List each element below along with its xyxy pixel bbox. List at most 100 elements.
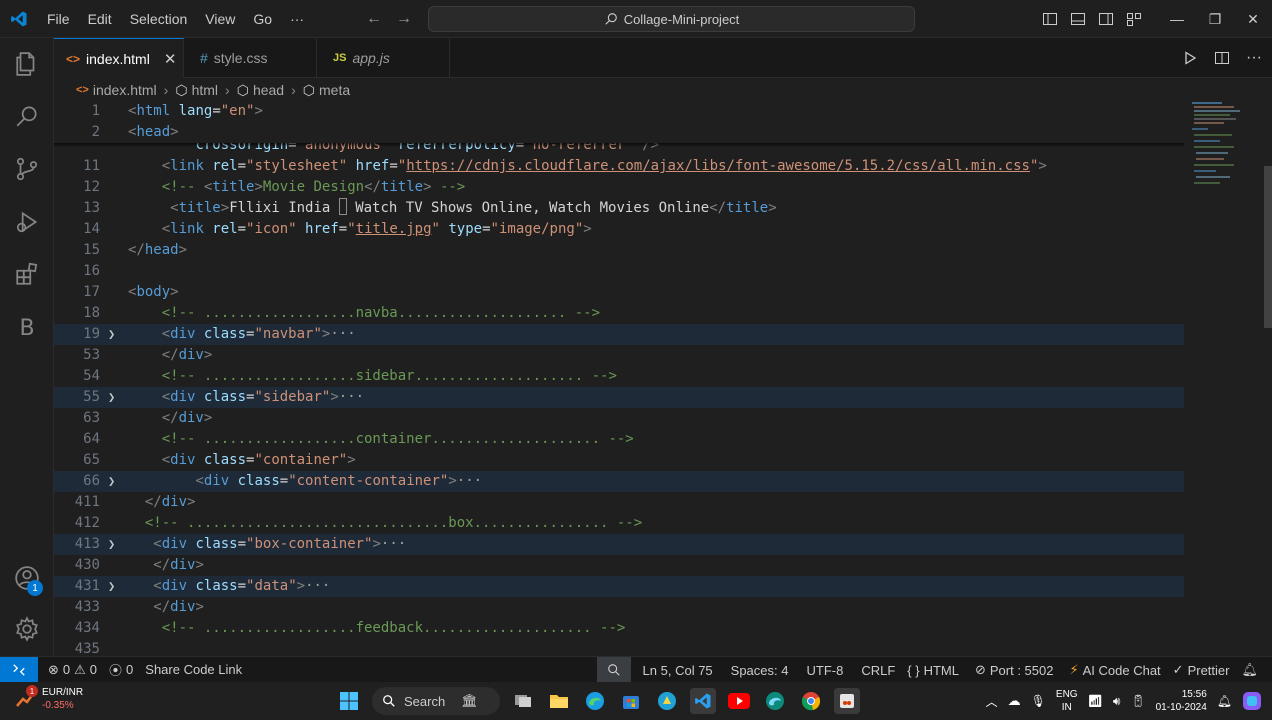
code-line[interactable]: 64 <!-- ..................container.....… [54, 429, 1184, 450]
windows-start-icon[interactable] [336, 688, 362, 714]
remote-indicator-icon[interactable] [0, 656, 38, 683]
fold-chevron-icon[interactable]: ❯ [108, 534, 115, 555]
command-center-search[interactable]: Collage-Mini-project [428, 6, 915, 32]
prettier-status[interactable]: ✓ Prettier [1167, 662, 1236, 678]
code-line[interactable]: 1 <html lang="en"> [54, 101, 1184, 122]
menu-edit[interactable]: Edit [79, 0, 121, 38]
tab-style-css[interactable]: # style.css [184, 38, 317, 78]
breadcrumb-html[interactable]: html [192, 82, 218, 98]
code-line[interactable]: 66 ❯ <div class="content-container">··· [54, 471, 1184, 492]
toggle-panel-icon[interactable] [1070, 11, 1086, 27]
code-line[interactable]: 15 </head> [54, 240, 1184, 261]
language-mode[interactable]: { } HTML [901, 663, 965, 678]
code-line[interactable]: 16 [54, 261, 1184, 282]
close-icon[interactable]: ✕ [164, 50, 177, 68]
code-line[interactable]: 433 </div> [54, 597, 1184, 618]
snipping-tool-icon[interactable] [834, 688, 860, 714]
encoding[interactable]: UTF-8 [800, 663, 849, 678]
restore-icon[interactable]: ❐ [1196, 0, 1234, 38]
run-and-debug-icon[interactable] [0, 198, 54, 246]
menu-go[interactable]: Go [244, 0, 281, 38]
code-line[interactable]: 435 [54, 639, 1184, 656]
edge-dev-icon[interactable] [762, 688, 788, 714]
live-server-port[interactable]: ⊘ Port : 5502 [969, 662, 1060, 678]
menu-selection[interactable]: Selection [121, 0, 197, 38]
code-line[interactable]: 54 <!-- ..................sidebar.......… [54, 366, 1184, 387]
extensions-icon[interactable] [0, 250, 54, 298]
code-line[interactable]: 411 </div> [54, 492, 1184, 513]
code-line[interactable]: 19 ❯ <div class="navbar">··· [54, 324, 1184, 345]
fold-chevron-icon[interactable]: ❯ [108, 324, 115, 345]
close-window-icon[interactable]: ✕ [1234, 0, 1272, 38]
battery-icon[interactable]: 🔋︎ [1130, 694, 1145, 708]
vertical-scrollbar[interactable] [1264, 166, 1272, 328]
end-of-line[interactable]: CRLF [855, 663, 901, 678]
code-line[interactable]: 11 <link rel="stylesheet" href="https://… [54, 156, 1184, 177]
menu-view[interactable]: View [196, 0, 244, 38]
ports-indicator[interactable]: ⦿ 0 [103, 660, 139, 679]
code-line[interactable]: 17 <body> [54, 282, 1184, 303]
code-line[interactable]: 55 ❯ <div class="sidebar">··· [54, 387, 1184, 408]
problems-indicator[interactable]: ⊗ 0 ⚠ 0 [42, 662, 103, 678]
code-line[interactable]: 434 <!-- ..................feedback.....… [54, 618, 1184, 639]
zoom-icon[interactable] [596, 657, 631, 683]
file-explorer-icon[interactable] [546, 688, 572, 714]
fold-chevron-icon[interactable]: ❯ [108, 471, 115, 492]
toggle-secondary-sidebar-icon[interactable] [1098, 11, 1114, 27]
split-editor-icon[interactable] [1214, 50, 1230, 66]
chevron-up-icon[interactable]: ︿ [986, 693, 998, 710]
source-control-icon[interactable] [0, 145, 54, 193]
minimap[interactable] [1190, 100, 1242, 190]
taskbar-search[interactable]: Search 🏛︎ [372, 687, 500, 715]
code-line[interactable]: 430 </div> [54, 555, 1184, 576]
code-line[interactable]: 2 <head> [54, 122, 1184, 143]
cursor-position[interactable]: Ln 5, Col 75 [637, 663, 719, 678]
language-indicator[interactable]: ENG IN [1056, 688, 1078, 714]
stock-ticker-widget[interactable]: 1 EUR/INR -0.35% [14, 685, 83, 712]
ai-code-chat[interactable]: ⚡ AI Code Chat [1063, 662, 1166, 678]
code-line[interactable]: 14 <link rel="icon" href="title.jpg" typ… [54, 219, 1184, 240]
microsoft-store-icon[interactable] [618, 688, 644, 714]
toggle-primary-sidebar-icon[interactable] [1042, 11, 1058, 27]
microphone-icon[interactable]: 🎙︎ [1031, 694, 1046, 708]
vscode-taskbar-icon[interactable] [690, 688, 716, 714]
breadcrumb-meta[interactable]: meta [319, 82, 350, 98]
breadcrumb-file[interactable]: index.html [93, 82, 157, 98]
settings-gear-icon[interactable] [0, 605, 54, 653]
edge-browser-icon[interactable] [582, 688, 608, 714]
copilot-icon[interactable] [654, 688, 680, 714]
notifications-bell-icon[interactable]: 🔔︎ [1235, 662, 1264, 678]
code-line[interactable]: 53 </div> [54, 345, 1184, 366]
share-code-link[interactable]: Share Code Link [139, 662, 248, 677]
code-line[interactable]: 431 ❯ <div class="data">··· [54, 576, 1184, 597]
code-line[interactable]: 413 ❯ <div class="box-container">··· [54, 534, 1184, 555]
code-line[interactable]: 65 <div class="container"> [54, 450, 1184, 471]
menu-file[interactable]: File [38, 0, 79, 38]
tab-app-js[interactable]: JS app.js [317, 38, 450, 78]
chrome-icon[interactable] [798, 688, 824, 714]
fold-chevron-icon[interactable]: ❯ [108, 576, 115, 597]
run-icon[interactable] [1182, 50, 1198, 66]
notification-bell-icon[interactable]: 🔔︎ [1217, 694, 1232, 708]
bootstrap-b-icon[interactable]: B [0, 304, 54, 352]
customize-layout-icon[interactable] [1126, 11, 1142, 27]
minimize-icon[interactable]: — [1158, 0, 1196, 38]
code-editor[interactable]: 1 <html lang="en"> 2 <head> crossorigin="an… [54, 101, 1272, 656]
copilot-tray-icon[interactable] [1242, 691, 1262, 711]
search-view-icon[interactable] [0, 92, 54, 140]
code-line[interactable]: 13 <title>Fllixi India Watch TV Shows On… [54, 198, 1184, 219]
code-line[interactable]: 12 <!-- <title>Movie Design</title> --> [54, 177, 1184, 198]
breadcrumb-head[interactable]: head [253, 82, 284, 98]
onedrive-cloud-icon[interactable]: ☁ [1008, 693, 1021, 709]
youtube-icon[interactable] [726, 688, 752, 714]
forward-arrow-icon[interactable]: → [396, 10, 412, 28]
tab-index-html[interactable]: <> index.html ✕ [54, 38, 184, 78]
back-arrow-icon[interactable]: ← [366, 10, 382, 28]
speaker-icon[interactable]: 🔊︎ [1113, 694, 1121, 709]
explorer-icon[interactable] [0, 40, 54, 88]
accounts-icon[interactable]: 1 [0, 554, 54, 602]
menu-more[interactable]: ··· [281, 0, 313, 38]
code-line[interactable]: 18 <!-- ..................navba.........… [54, 303, 1184, 324]
code-line[interactable]: 412 <!-- ...............................… [54, 513, 1184, 534]
clock[interactable]: 15:56 01-10-2024 [1156, 688, 1207, 714]
